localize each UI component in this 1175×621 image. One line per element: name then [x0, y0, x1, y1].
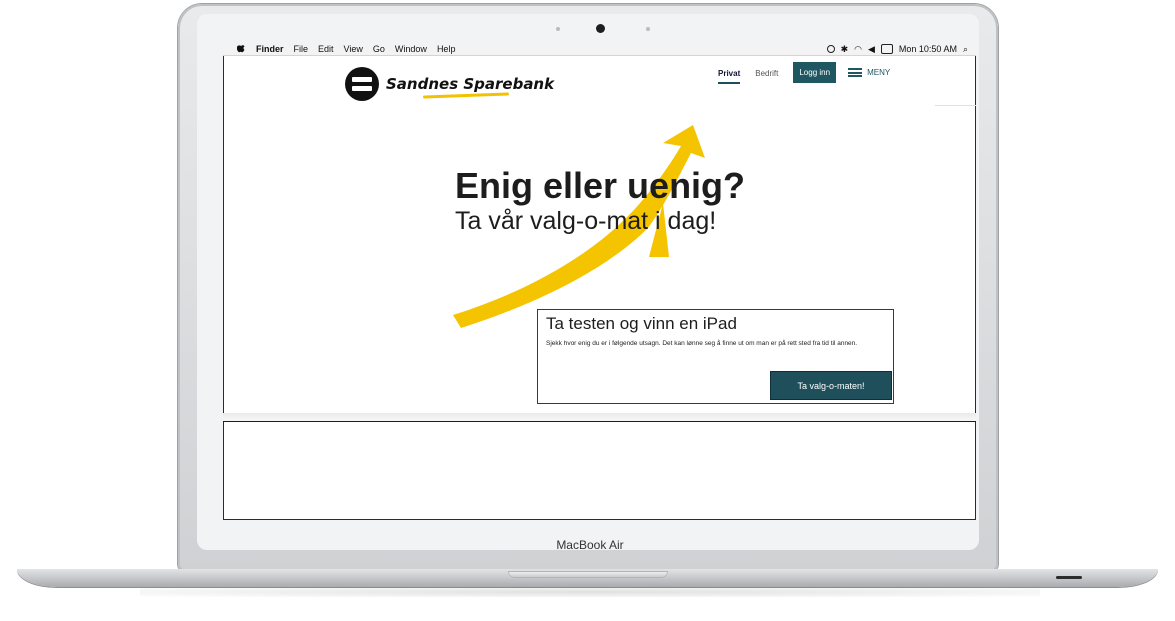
sandnes-sparebank-logo-icon: [345, 67, 379, 101]
login-button[interactable]: Logg inn: [793, 62, 837, 83]
site-nav: Privat Bedrift Logg inn MENY: [718, 62, 890, 84]
camera: [596, 24, 605, 33]
hero-title: Enig eller uenig?: [455, 165, 746, 206]
usb-port: [1056, 576, 1082, 579]
laptop-shadow: [140, 587, 1040, 597]
macbook-air-mockup: Finder File Edit View Go Window Help ✱ ◠…: [0, 0, 1175, 621]
nav-privat[interactable]: Privat: [718, 69, 741, 84]
yellow-arrow-graphic: [453, 125, 705, 328]
page-divider: [223, 421, 976, 422]
menu-label: MENY: [867, 68, 891, 77]
nav-bedrift[interactable]: Bedrift: [755, 69, 778, 84]
promo-card: Ta testen og vinn en iPad Sjekk hvor eni…: [537, 309, 894, 404]
hamburger-icon: [848, 68, 863, 77]
screen: Finder File Edit View Go Window Help ✱ ◠…: [223, 43, 976, 520]
camera-sensor-left: [556, 27, 560, 31]
promo-card-text: Sjekk hvor enig du er i følgende utsagn.…: [546, 340, 858, 347]
menu-button[interactable]: MENY: [848, 68, 890, 77]
hero-subtitle: Ta vår valg-o-mat i dag!: [455, 207, 717, 235]
logo-text: Sandnes Sparebank: [386, 75, 555, 93]
page-shadow: [223, 413, 976, 421]
lid-opening-notch: [508, 571, 668, 578]
device-label: MacBook Air: [556, 538, 624, 552]
header-divider: [935, 105, 976, 106]
promo-card-title: Ta testen og vinn en iPad: [546, 314, 737, 333]
camera-sensor-right: [646, 27, 650, 31]
take-test-button[interactable]: Ta valg-o-maten!: [770, 371, 892, 400]
